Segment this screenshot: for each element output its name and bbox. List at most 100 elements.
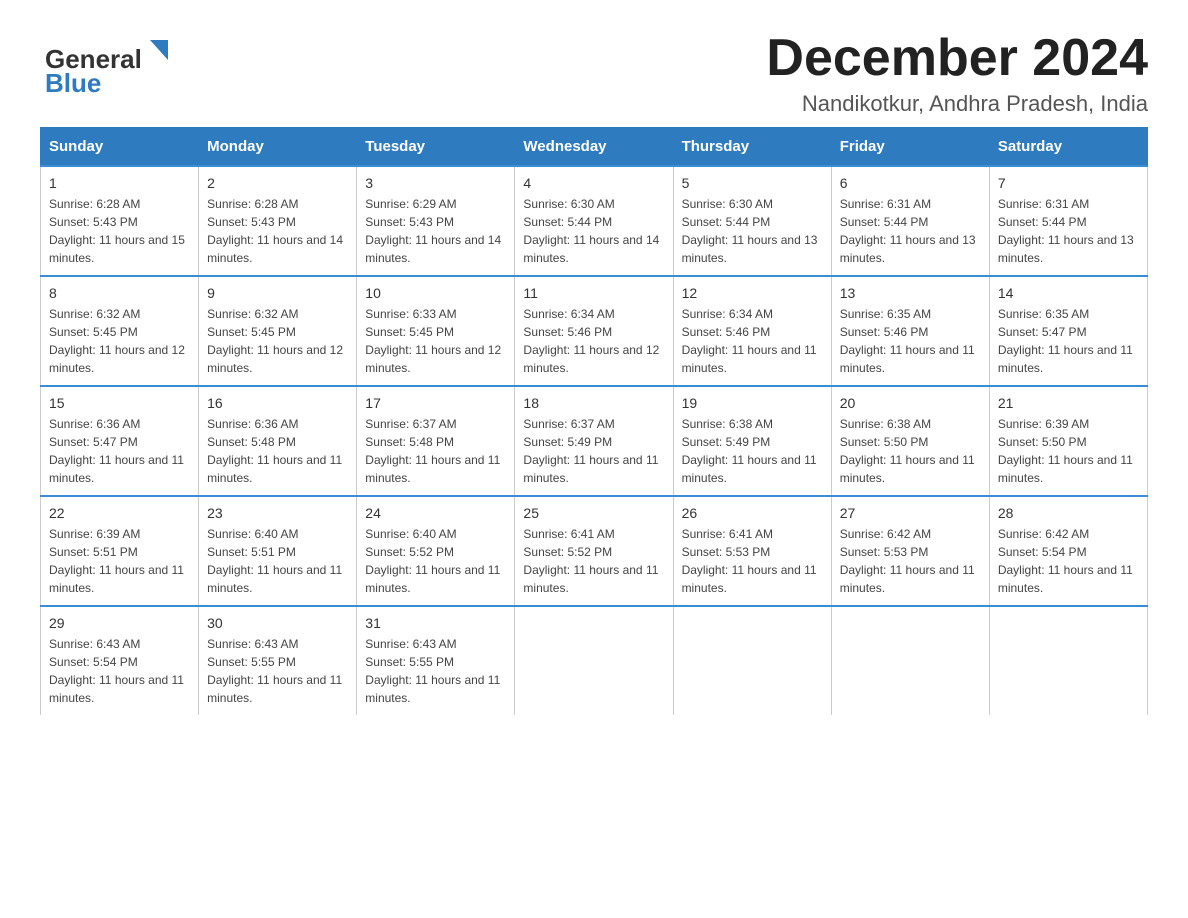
- calendar-cell: 31 Sunrise: 6:43 AMSunset: 5:55 PMDayligh…: [357, 606, 515, 715]
- header-day-thursday: Thursday: [673, 128, 831, 167]
- day-info: Sunrise: 6:43 AMSunset: 5:55 PMDaylight:…: [207, 635, 348, 707]
- calendar-cell: 24Sunrise: 6:40 AMSunset: 5:52 PMDayligh…: [357, 496, 515, 606]
- day-number: 3: [365, 175, 506, 191]
- header-day-sunday: Sunday: [41, 128, 199, 167]
- title-area: December 2024 Nandikotkur, Andhra Prades…: [766, 30, 1148, 117]
- calendar-cell: 13 Sunrise: 6:35 AMSunset: 5:46 PMDayligh…: [831, 276, 989, 386]
- day-info: Sunrise: 6:38 AMSunset: 5:50 PMDaylight:…: [840, 415, 981, 487]
- day-number: 4: [523, 175, 664, 191]
- calendar-cell: 29 Sunrise: 6:43 AMSunset: 5:54 PMDayligh…: [41, 606, 199, 715]
- day-number: 2: [207, 175, 348, 191]
- logo-container: General Blue: [40, 30, 170, 100]
- day-info: Sunrise: 6:30 AMSunset: 5:44 PMDaylight:…: [682, 195, 823, 267]
- calendar-cell: 5 Sunrise: 6:30 AMSunset: 5:44 PMDaylight…: [673, 166, 831, 276]
- calendar-cell: 2 Sunrise: 6:28 AMSunset: 5:43 PMDaylight…: [199, 166, 357, 276]
- day-info: Sunrise: 6:42 AMSunset: 5:54 PMDaylight:…: [998, 525, 1139, 597]
- day-number: 31: [365, 615, 506, 631]
- logo-svg: General Blue: [40, 30, 170, 100]
- logo-area: General Blue: [40, 30, 170, 100]
- calendar-cell: 21 Sunrise: 6:39 AMSunset: 5:50 PMDayligh…: [989, 386, 1147, 496]
- day-info: Sunrise: 6:36 AMSunset: 5:47 PMDaylight:…: [49, 415, 190, 487]
- calendar-cell: 18Sunrise: 6:37 AMSunset: 5:49 PMDayligh…: [515, 386, 673, 496]
- calendar-cell: 16Sunrise: 6:36 AMSunset: 5:48 PMDayligh…: [199, 386, 357, 496]
- day-number: 15: [49, 395, 190, 411]
- day-info: Sunrise: 6:38 AMSunset: 5:49 PMDaylight:…: [682, 415, 823, 487]
- calendar-cell: 10Sunrise: 6:33 AMSunset: 5:45 PMDayligh…: [357, 276, 515, 386]
- day-number: 29: [49, 615, 190, 631]
- day-number: 11: [523, 285, 664, 301]
- day-info: Sunrise: 6:28 AMSunset: 5:43 PMDaylight:…: [207, 195, 348, 267]
- day-number: 21: [998, 395, 1139, 411]
- calendar-week-2: 8 Sunrise: 6:32 AMSunset: 5:45 PMDaylight…: [41, 276, 1148, 386]
- calendar-week-1: 1 Sunrise: 6:28 AMSunset: 5:43 PMDaylight…: [41, 166, 1148, 276]
- calendar-cell: [515, 606, 673, 715]
- day-number: 6: [840, 175, 981, 191]
- day-info: Sunrise: 6:32 AMSunset: 5:45 PMDaylight:…: [207, 305, 348, 377]
- day-info: Sunrise: 6:35 AMSunset: 5:47 PMDaylight:…: [998, 305, 1139, 377]
- day-number: 25: [523, 505, 664, 521]
- day-number: 27: [840, 505, 981, 521]
- day-info: Sunrise: 6:42 AMSunset: 5:53 PMDaylight:…: [840, 525, 981, 597]
- day-info: Sunrise: 6:39 AMSunset: 5:51 PMDaylight:…: [49, 525, 190, 597]
- header-day-saturday: Saturday: [989, 128, 1147, 167]
- day-number: 30: [207, 615, 348, 631]
- calendar-cell: 8Sunrise: 6:32 AMSunset: 5:45 PMDaylight…: [41, 276, 199, 386]
- day-info: Sunrise: 6:35 AMSunset: 5:46 PMDaylight:…: [840, 305, 981, 377]
- calendar-cell: 4 Sunrise: 6:30 AMSunset: 5:44 PMDaylight…: [515, 166, 673, 276]
- day-number: 28: [998, 505, 1139, 521]
- day-info: Sunrise: 6:41 AMSunset: 5:53 PMDaylight:…: [682, 525, 823, 597]
- calendar-cell: 22 Sunrise: 6:39 AMSunset: 5:51 PMDayligh…: [41, 496, 199, 606]
- calendar-cell: 7 Sunrise: 6:31 AMSunset: 5:44 PMDaylight…: [989, 166, 1147, 276]
- calendar-cell: 23 Sunrise: 6:40 AMSunset: 5:51 PMDayligh…: [199, 496, 357, 606]
- day-info: Sunrise: 6:43 AMSunset: 5:55 PMDaylight:…: [365, 635, 506, 707]
- calendar-week-4: 22 Sunrise: 6:39 AMSunset: 5:51 PMDayligh…: [41, 496, 1148, 606]
- day-info: Sunrise: 6:39 AMSunset: 5:50 PMDaylight:…: [998, 415, 1139, 487]
- header-day-friday: Friday: [831, 128, 989, 167]
- day-info: Sunrise: 6:36 AMSunset: 5:48 PMDaylight:…: [207, 415, 348, 487]
- calendar-week-5: 29 Sunrise: 6:43 AMSunset: 5:54 PMDayligh…: [41, 606, 1148, 715]
- day-number: 26: [682, 505, 823, 521]
- day-info: Sunrise: 6:31 AMSunset: 5:44 PMDaylight:…: [998, 195, 1139, 267]
- day-info: Sunrise: 6:34 AMSunset: 5:46 PMDaylight:…: [523, 305, 664, 377]
- calendar-cell: 26 Sunrise: 6:41 AMSunset: 5:53 PMDayligh…: [673, 496, 831, 606]
- calendar-cell: 14Sunrise: 6:35 AMSunset: 5:47 PMDayligh…: [989, 276, 1147, 386]
- calendar-cell: 15 Sunrise: 6:36 AMSunset: 5:47 PMDayligh…: [41, 386, 199, 496]
- day-number: 5: [682, 175, 823, 191]
- day-number: 1: [49, 175, 190, 191]
- header: General Blue December 2024 Nandikotkur, …: [40, 30, 1148, 117]
- calendar-cell: [989, 606, 1147, 715]
- day-info: Sunrise: 6:31 AMSunset: 5:44 PMDaylight:…: [840, 195, 981, 267]
- day-number: 19: [682, 395, 823, 411]
- day-info: Sunrise: 6:34 AMSunset: 5:46 PMDaylight:…: [682, 305, 823, 377]
- day-info: Sunrise: 6:40 AMSunset: 5:51 PMDaylight:…: [207, 525, 348, 597]
- calendar-cell: 25 Sunrise: 6:41 AMSunset: 5:52 PMDayligh…: [515, 496, 673, 606]
- subtitle: Nandikotkur, Andhra Pradesh, India: [766, 91, 1148, 117]
- calendar-cell: 1Sunrise: 6:28 AMSunset: 5:43 PMDaylight…: [41, 166, 199, 276]
- day-number: 8: [49, 285, 190, 301]
- day-number: 23: [207, 505, 348, 521]
- header-day-wednesday: Wednesday: [515, 128, 673, 167]
- day-number: 22: [49, 505, 190, 521]
- calendar-cell: 6 Sunrise: 6:31 AMSunset: 5:44 PMDaylight…: [831, 166, 989, 276]
- day-number: 12: [682, 285, 823, 301]
- day-number: 17: [365, 395, 506, 411]
- calendar-cell: [831, 606, 989, 715]
- day-info: Sunrise: 6:43 AMSunset: 5:54 PMDaylight:…: [49, 635, 190, 707]
- day-number: 13: [840, 285, 981, 301]
- day-info: Sunrise: 6:30 AMSunset: 5:44 PMDaylight:…: [523, 195, 664, 267]
- calendar-cell: 9 Sunrise: 6:32 AMSunset: 5:45 PMDaylight…: [199, 276, 357, 386]
- calendar-header-row: SundayMondayTuesdayWednesdayThursdayFrid…: [41, 128, 1148, 167]
- day-info: Sunrise: 6:41 AMSunset: 5:52 PMDaylight:…: [523, 525, 664, 597]
- day-number: 24: [365, 505, 506, 521]
- calendar-cell: 11 Sunrise: 6:34 AMSunset: 5:46 PMDayligh…: [515, 276, 673, 386]
- calendar-cell: 30 Sunrise: 6:43 AMSunset: 5:55 PMDayligh…: [199, 606, 357, 715]
- calendar-cell: 12 Sunrise: 6:34 AMSunset: 5:46 PMDayligh…: [673, 276, 831, 386]
- calendar-cell: 28 Sunrise: 6:42 AMSunset: 5:54 PMDayligh…: [989, 496, 1147, 606]
- day-number: 9: [207, 285, 348, 301]
- calendar-week-3: 15 Sunrise: 6:36 AMSunset: 5:47 PMDayligh…: [41, 386, 1148, 496]
- calendar-cell: 3Sunrise: 6:29 AMSunset: 5:43 PMDaylight…: [357, 166, 515, 276]
- calendar-cell: 19 Sunrise: 6:38 AMSunset: 5:49 PMDayligh…: [673, 386, 831, 496]
- calendar-cell: [673, 606, 831, 715]
- calendar-cell: 27 Sunrise: 6:42 AMSunset: 5:53 PMDayligh…: [831, 496, 989, 606]
- day-number: 7: [998, 175, 1139, 191]
